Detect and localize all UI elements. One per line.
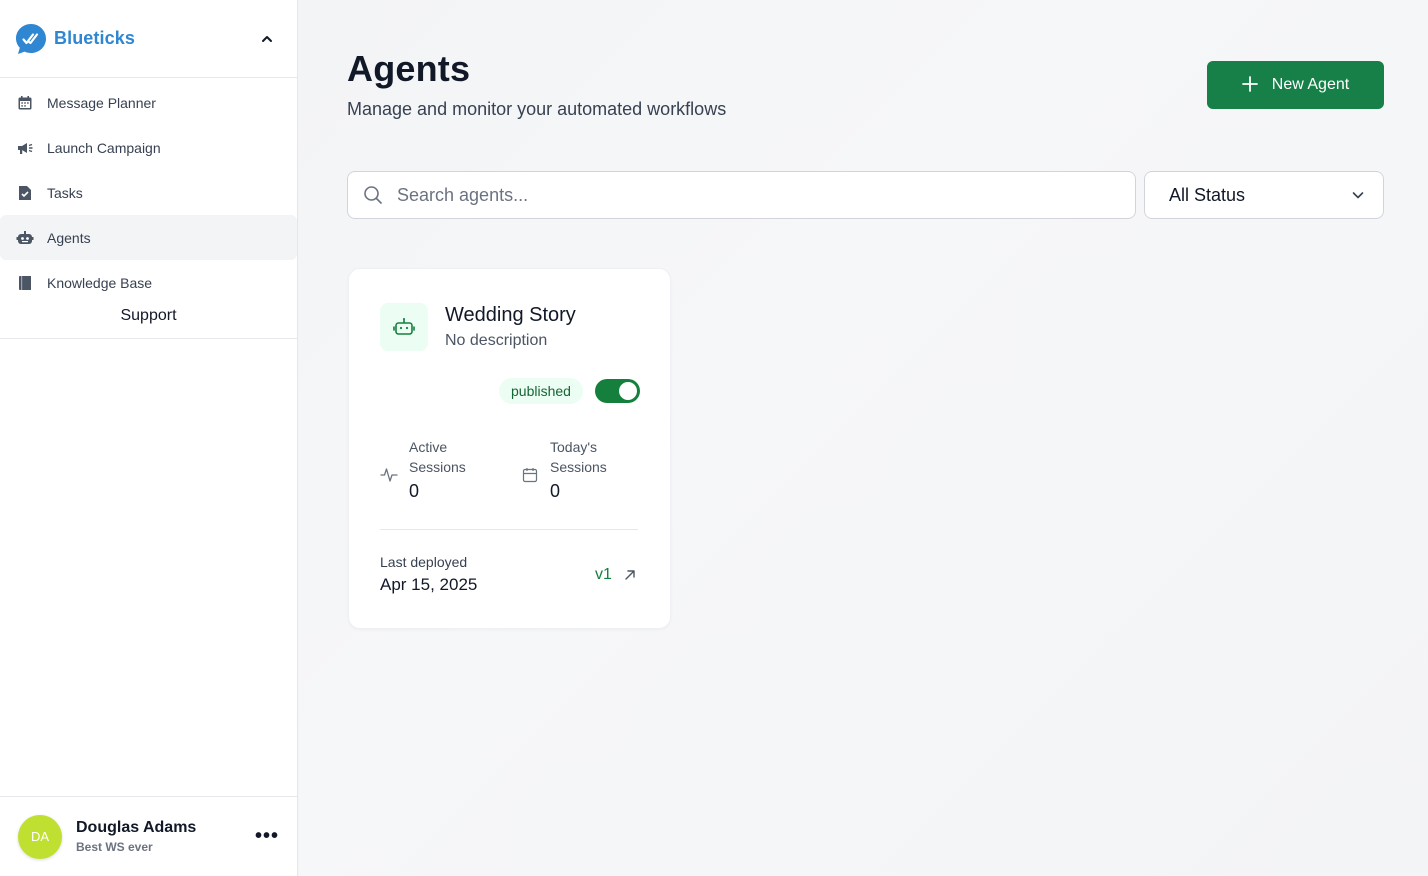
active-sessions-value: 0: [409, 481, 420, 501]
page-subtitle: Manage and monitor your automated workfl…: [347, 99, 727, 119]
brand-header: Blueticks: [0, 0, 297, 78]
active-sessions-stat: Active Sessions 0: [380, 437, 479, 502]
sidebar-item-label: Message Planner: [47, 94, 156, 111]
new-agent-label: New Agent: [1271, 76, 1350, 93]
todays-sessions-value: 0: [550, 481, 561, 501]
last-deployed-date: Apr 15, 2025: [380, 575, 478, 594]
sidebar-item-agents[interactable]: Agents: [0, 215, 297, 260]
brand-name: Blueticks: [54, 28, 135, 48]
user-subtitle: Best WS ever: [76, 840, 153, 854]
status-filter-select[interactable]: All Status: [1144, 171, 1384, 219]
more-options-icon[interactable]: •••: [255, 825, 279, 848]
search-input[interactable]: [397, 184, 1097, 206]
sidebar-item-label: Tasks: [47, 184, 83, 201]
sidebar: Blueticks Message Planner Launch Campaig…: [0, 0, 298, 876]
agent-name: Wedding Story: [445, 304, 576, 326]
todays-sessions-label: Today's Sessions: [550, 439, 607, 475]
last-deployed-label: Last deployed: [380, 554, 468, 570]
sidebar-item-label: Agents: [47, 229, 91, 246]
search-icon: [362, 184, 384, 206]
toggle-knob: [619, 382, 637, 400]
agent-card[interactable]: Wedding Story No description published A…: [348, 268, 671, 629]
calendar-icon: [521, 466, 539, 484]
sidebar-item-label: Knowledge Base: [47, 274, 153, 291]
version-link[interactable]: v1: [595, 566, 612, 584]
megaphone-icon: [16, 139, 34, 157]
chevron-up-icon[interactable]: [253, 25, 281, 53]
book-icon: [16, 274, 34, 292]
plus-icon: [1241, 73, 1258, 97]
chevron-down-icon: [1351, 188, 1365, 202]
new-agent-button[interactable]: New Agent: [1207, 61, 1384, 109]
agent-enabled-toggle[interactable]: [595, 379, 640, 403]
status-badge: published: [499, 378, 583, 404]
blueticks-logo-icon[interactable]: [14, 22, 48, 56]
todays-sessions-stat: Today's Sessions 0: [521, 437, 620, 502]
activity-icon: [380, 466, 398, 484]
user-profile[interactable]: DA Douglas Adams Best WS ever •••: [0, 796, 297, 876]
avatar: DA: [18, 814, 62, 859]
external-link-icon[interactable]: [621, 566, 639, 584]
user-info: Douglas Adams Best WS ever: [76, 819, 196, 854]
agent-description: No description: [445, 332, 548, 349]
active-sessions-label: Active Sessions: [409, 439, 466, 475]
robot-icon: [16, 229, 34, 247]
status-filter-value: All Status: [1169, 184, 1246, 205]
sidebar-item-launch-campaign[interactable]: Launch Campaign: [0, 125, 297, 170]
search-box[interactable]: [347, 171, 1136, 219]
robot-icon: [380, 303, 428, 351]
sidebar-item-tasks[interactable]: Tasks: [0, 170, 297, 215]
sidebar-item-message-planner[interactable]: Message Planner: [0, 80, 297, 125]
task-icon: [16, 184, 34, 202]
card-divider: [380, 529, 638, 530]
sidebar-item-knowledge-base[interactable]: Knowledge Base: [0, 260, 297, 305]
support-link[interactable]: Support: [0, 305, 297, 339]
calendar-icon: [16, 94, 34, 112]
main-content: Agents Manage and monitor your automated…: [299, 0, 1428, 876]
sidebar-item-label: Launch Campaign: [47, 139, 161, 156]
sidebar-nav: Message Planner Launch Campaign Tasks Ag…: [0, 78, 297, 339]
page-title: Agents: [347, 48, 471, 89]
user-name: Douglas Adams: [76, 819, 197, 836]
